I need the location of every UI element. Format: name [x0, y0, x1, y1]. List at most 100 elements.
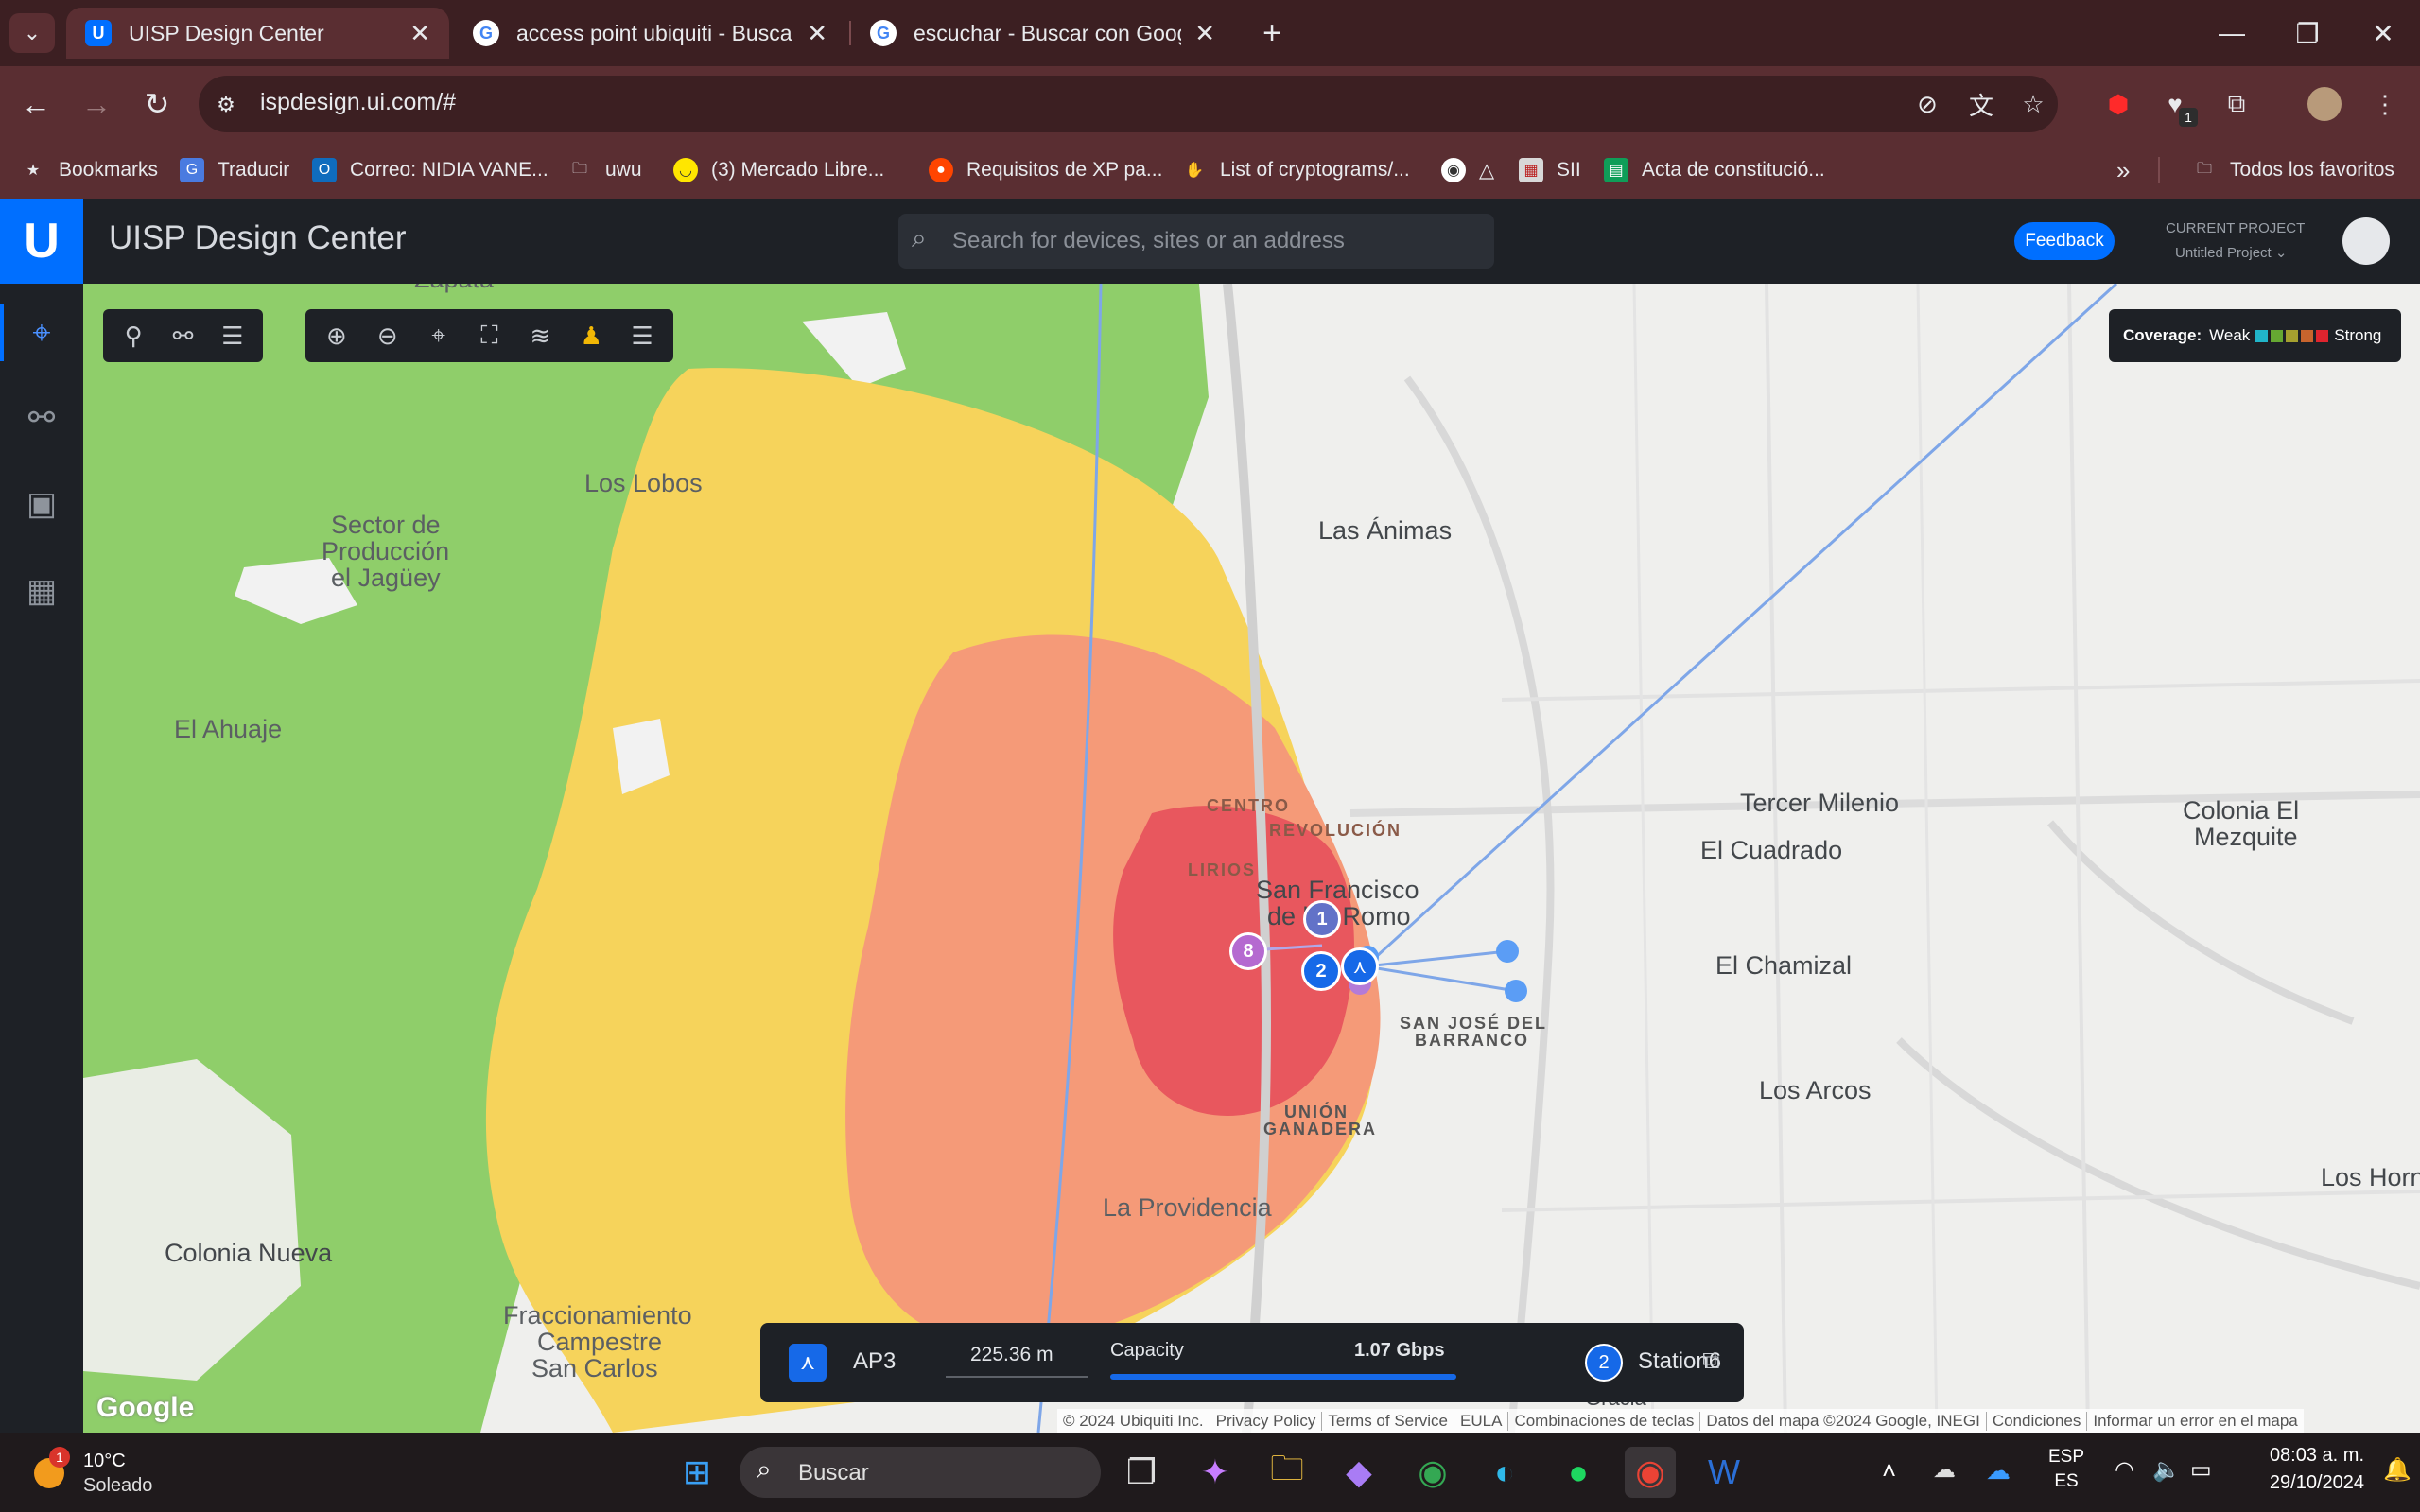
keyboard-shortcuts-link[interactable]: Combinaciones de teclas: [1508, 1412, 1701, 1431]
bookmark-acta[interactable]: ▤ Acta de constitució...: [1604, 151, 1825, 189]
restore-icon[interactable]: ❐: [2270, 9, 2345, 57]
open-external-icon[interactable]: ⧉: [1702, 1346, 1720, 1376]
translate-icon[interactable]: 文: [1962, 85, 2000, 123]
chrome-profile-icon[interactable]: ◉: [1625, 1447, 1676, 1498]
tab-google-escuchar[interactable]: G escuchar - Buscar con Google ✕: [851, 8, 1234, 59]
search-input[interactable]: [950, 221, 1480, 261]
conditions-link[interactable]: Condiciones: [1987, 1412, 2088, 1431]
feedback-button[interactable]: Feedback: [2014, 222, 2115, 260]
chrome-icon[interactable]: ◉: [1407, 1447, 1458, 1498]
bookmark-correo[interactable]: O Correo: NIDIA VANE...: [312, 151, 548, 189]
link-info-panel[interactable]: ⋏ AP3 225.36 m Capacity 1.07 Gbps 2 Stat…: [760, 1323, 1744, 1402]
neighborhood-label: REVOLUCIÓN: [1269, 821, 1402, 840]
zoom-out-icon[interactable]: ⊖: [362, 315, 413, 356]
google-favicon: G: [473, 20, 499, 46]
weather-widget[interactable]: 1 10°C Soleado: [28, 1441, 170, 1503]
task-view-icon[interactable]: ❐: [1116, 1447, 1167, 1498]
distance-divider: [946, 1376, 1088, 1378]
privacy-policy-link[interactable]: Privacy Policy: [1210, 1412, 1323, 1431]
add-site-icon[interactable]: ⚲: [109, 315, 158, 356]
battery-icon[interactable]: ▭: [2190, 1456, 2212, 1484]
address-bar[interactable]: [199, 76, 2058, 132]
device-catalog-icon[interactable]: ▣: [18, 480, 65, 528]
zoom-in-icon[interactable]: ⊕: [311, 315, 362, 356]
wifi-icon[interactable]: ◠: [2115, 1456, 2134, 1484]
map-settings-icon[interactable]: ☰: [617, 315, 668, 356]
copilot-icon[interactable]: ✦: [1190, 1447, 1241, 1498]
settings-sliders-icon[interactable]: ☰: [208, 315, 257, 356]
fullscreen-icon[interactable]: ⛶: [464, 315, 515, 356]
tab-google-access-point[interactable]: G access point ubiquiti - Buscar c ✕: [454, 8, 846, 59]
taskbar-search[interactable]: ⌕ Buscar: [740, 1447, 1101, 1498]
coverage-map[interactable]: Zapata Los Lobos Sector de Producción el…: [83, 284, 2420, 1433]
bookmarks-overflow-icon[interactable]: »: [2116, 151, 2130, 189]
bookmark-star-icon[interactable]: ☆: [2014, 85, 2052, 123]
project-selector[interactable]: Untitled Project ⌄: [2175, 244, 2287, 261]
place-label: El Chamizal: [1715, 951, 1853, 980]
all-bookmarks[interactable]: 🗀 Todos los favoritos: [2192, 151, 2394, 189]
uisp-logo[interactable]: U: [0, 199, 83, 284]
site-info-icon[interactable]: ⚙: [210, 89, 242, 121]
report-error-link[interactable]: Informar un error en el mapa: [2087, 1412, 2303, 1431]
site-cluster-marker[interactable]: 1: [1303, 900, 1341, 938]
new-tab-button[interactable]: +: [1248, 11, 1296, 55]
site-cluster-marker[interactable]: 2: [1301, 951, 1341, 991]
reload-icon[interactable]: ↻: [132, 79, 182, 129]
locate-icon[interactable]: ⌖: [413, 315, 464, 356]
bookmark-cryptograms[interactable]: ✋ List of cryptograms/...: [1182, 151, 1410, 189]
calculator-icon[interactable]: ▦: [18, 567, 65, 615]
sheets-icon: ▤: [1604, 158, 1628, 182]
file-explorer-icon[interactable]: 🗀: [1262, 1447, 1313, 1498]
clock[interactable]: 08:03 a. m. 29/10/2024: [2232, 1445, 2364, 1494]
layers-icon[interactable]: ≋: [514, 315, 566, 356]
bookmark-sii[interactable]: ▦ SII: [1519, 151, 1581, 189]
eye-icon: ◉: [1441, 158, 1466, 182]
bookmark-requisitos-xp[interactable]: ● Requisitos de XP pa...: [929, 151, 1162, 189]
coverage-legend: Coverage: Weak Strong: [2109, 309, 2401, 362]
tab-search-button[interactable]: ⌄: [9, 13, 55, 53]
onedrive-icon[interactable]: ☁: [1986, 1456, 2011, 1486]
bookmark-eye[interactable]: ◉ △: [1441, 151, 1494, 189]
app-icon-purple[interactable]: ◆: [1333, 1447, 1384, 1498]
place-label: Los Arcos: [1759, 1076, 1872, 1104]
onedrive-error-icon[interactable]: ☁: [1933, 1456, 1956, 1484]
bookmark-mercado-libre[interactable]: ◡ (3) Mercado Libre...: [673, 151, 884, 189]
access-point-marker[interactable]: ⋏: [1341, 947, 1379, 985]
add-link-icon[interactable]: ⚯: [158, 315, 207, 356]
show-hidden-icons[interactable]: ˄: [1882, 1456, 1896, 1486]
place-label: Fraccionamiento: [503, 1301, 692, 1330]
eula-link[interactable]: EULA: [1454, 1412, 1509, 1431]
bookmark-traducir[interactable]: G Traducir: [180, 151, 289, 189]
word-icon[interactable]: W: [1698, 1447, 1750, 1498]
profile-avatar[interactable]: [2307, 87, 2342, 121]
close-window-icon[interactable]: ✕: [2345, 9, 2420, 57]
menu-dots-icon[interactable]: ⋮: [2366, 85, 2404, 123]
tab-uisp[interactable]: U UISP Design Center ✕: [66, 8, 449, 59]
bookmark-uwu[interactable]: 🗀 uwu: [567, 151, 642, 189]
extension-adblock-icon[interactable]: ⬢: [2099, 85, 2137, 123]
close-tab-icon[interactable]: ✕: [807, 19, 827, 48]
forward-icon[interactable]: →: [72, 79, 121, 129]
user-avatar[interactable]: [2342, 217, 2390, 265]
tracking-protection-icon[interactable]: ⊘: [1908, 85, 1946, 123]
language-indicator[interactable]: ESP ES: [2043, 1447, 2090, 1492]
back-icon[interactable]: ←: [11, 79, 61, 129]
app-title: UISP Design Center: [109, 219, 407, 256]
minimize-icon[interactable]: —: [2194, 9, 2270, 57]
bookmark-bookmarks[interactable]: ★ Bookmarks: [21, 151, 158, 189]
volume-icon[interactable]: 🔈: [2152, 1456, 2181, 1484]
street-view-icon[interactable]: ♟: [566, 315, 617, 356]
edge-icon[interactable]: ◐: [1479, 1447, 1530, 1498]
link-from-device[interactable]: AP3: [853, 1348, 896, 1375]
map-pin-icon[interactable]: ⌖: [18, 309, 65, 356]
notifications-icon[interactable]: 🔔: [2383, 1456, 2411, 1484]
extensions-puzzle-icon[interactable]: ⧉: [2218, 85, 2255, 123]
topology-icon[interactable]: ⚯: [18, 394, 65, 442]
close-tab-icon[interactable]: ✕: [1194, 19, 1215, 48]
place-label: La Providencia: [1103, 1193, 1272, 1222]
close-tab-icon[interactable]: ✕: [409, 19, 430, 48]
site-cluster-marker[interactable]: 8: [1229, 932, 1267, 970]
terms-link[interactable]: Terms of Service: [1322, 1412, 1455, 1431]
spotify-icon[interactable]: ●: [1553, 1447, 1604, 1498]
windows-start-icon[interactable]: ⊞: [671, 1447, 723, 1498]
